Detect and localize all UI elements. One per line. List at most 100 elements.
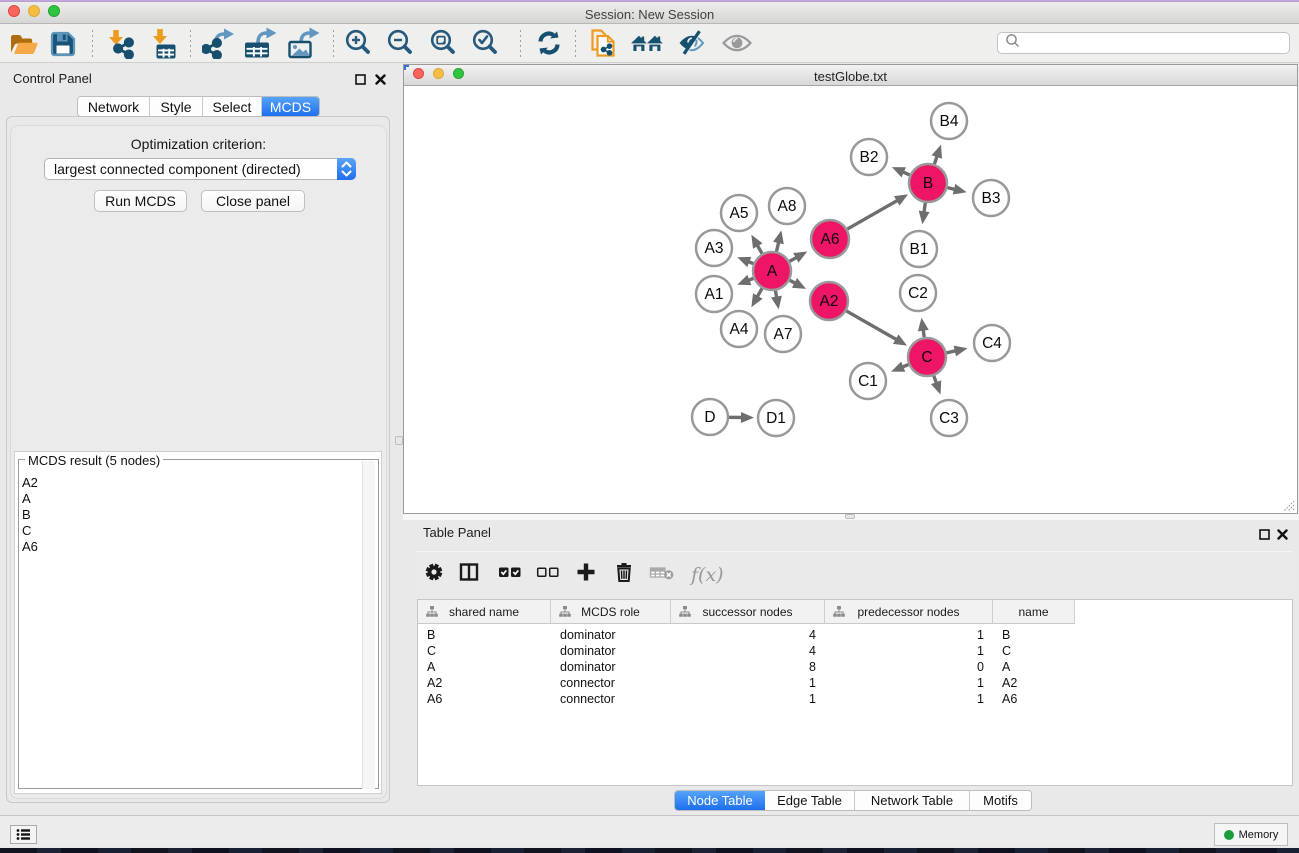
tab-mcds[interactable]: MCDS bbox=[262, 97, 319, 116]
mcds-result-list[interactable]: A2ABCA6 bbox=[22, 475, 38, 555]
graph-node-A2[interactable]: A2 bbox=[810, 282, 848, 320]
svg-text:A7: A7 bbox=[774, 326, 793, 343]
svg-text:A: A bbox=[767, 263, 778, 280]
export-table-button[interactable] bbox=[242, 27, 280, 59]
column-visibility-button[interactable] bbox=[457, 560, 481, 589]
delete-column-button[interactable] bbox=[612, 560, 636, 589]
graph-node-B[interactable]: B bbox=[909, 164, 947, 202]
export-image-button[interactable] bbox=[287, 27, 323, 59]
graph-node-A3[interactable]: A3 bbox=[696, 230, 732, 266]
export-network-button[interactable] bbox=[202, 27, 236, 59]
result-scrollbar[interactable] bbox=[362, 461, 375, 789]
graph-node-A8[interactable]: A8 bbox=[769, 188, 805, 224]
result-item[interactable]: C bbox=[22, 523, 38, 539]
column-header-successor-nodes[interactable]: successor nodes bbox=[671, 600, 825, 624]
window-title: Session: New Session bbox=[0, 7, 1299, 22]
task-history-button[interactable] bbox=[10, 825, 37, 844]
table-row[interactable]: Adominator80A bbox=[418, 659, 1292, 675]
svg-text:B3: B3 bbox=[982, 190, 1001, 207]
table-row[interactable]: A2connector11A2 bbox=[418, 675, 1292, 691]
result-item[interactable]: B bbox=[22, 507, 38, 523]
close-panel-icon[interactable] bbox=[375, 72, 386, 90]
import-table-button[interactable] bbox=[148, 27, 180, 59]
svg-text:C1: C1 bbox=[858, 373, 878, 390]
tab-style[interactable]: Style bbox=[150, 97, 203, 116]
graph-node-A7[interactable]: A7 bbox=[765, 316, 801, 352]
graph-node-C2[interactable]: C2 bbox=[900, 275, 936, 311]
graph-node-B2[interactable]: B2 bbox=[851, 139, 887, 175]
tab-motifs[interactable]: Motifs bbox=[970, 791, 1031, 810]
graph-node-C4[interactable]: C4 bbox=[974, 325, 1010, 361]
svg-text:B1: B1 bbox=[910, 241, 929, 258]
delete-table-button[interactable] bbox=[649, 560, 675, 589]
vertical-split-handle[interactable] bbox=[395, 436, 403, 445]
column-header-name[interactable]: name bbox=[993, 600, 1075, 624]
graph-node-B3[interactable]: B3 bbox=[973, 180, 1009, 216]
network-window-titlebar[interactable]: testGlobe.txt bbox=[404, 65, 1297, 86]
zoom-selected-button[interactable] bbox=[469, 27, 501, 59]
run-mcds-button[interactable]: Run MCDS bbox=[94, 190, 187, 212]
graph-node-A4[interactable]: A4 bbox=[721, 311, 757, 347]
import-network-button[interactable] bbox=[104, 27, 136, 59]
graph-node-D1[interactable]: D1 bbox=[758, 400, 794, 436]
result-item[interactable]: A bbox=[22, 491, 38, 507]
show-all-button[interactable] bbox=[631, 35, 663, 51]
result-item[interactable]: A2 bbox=[22, 475, 38, 491]
optimization-criterion-select[interactable]: largest connected component (directed) bbox=[44, 158, 356, 180]
table-row[interactable]: A6connector11A6 bbox=[418, 691, 1292, 707]
status-bar: Memory bbox=[0, 815, 1299, 847]
tab-edge-table[interactable]: Edge Table bbox=[765, 791, 855, 810]
refresh-view-button[interactable] bbox=[533, 27, 565, 59]
tab-select[interactable]: Select bbox=[203, 97, 262, 116]
toolbar-separator bbox=[190, 30, 191, 58]
deselect-all-button[interactable] bbox=[535, 560, 561, 589]
show-hidden-button[interactable] bbox=[721, 27, 753, 59]
cell: A2 bbox=[418, 675, 551, 691]
graph-node-B1[interactable]: B1 bbox=[901, 231, 937, 267]
horizontal-split-handle[interactable] bbox=[845, 514, 855, 519]
close-panel-button[interactable]: Close panel bbox=[201, 190, 305, 212]
add-column-button[interactable] bbox=[574, 560, 598, 589]
cell: 4 bbox=[671, 643, 825, 659]
select-all-button[interactable] bbox=[497, 560, 523, 589]
cell: 1 bbox=[671, 675, 825, 691]
zoom-out-button[interactable] bbox=[384, 27, 416, 59]
table-row[interactable]: Bdominator41B bbox=[418, 627, 1292, 643]
network-canvas[interactable]: B4 B2 B B3 A8 A5 A6 A3 B1 A A1 C2 A2 A4 A7 C4 C C1 C3 D D1 bbox=[404, 87, 1297, 513]
search-input[interactable] bbox=[1021, 34, 1289, 52]
table-row[interactable]: Cdominator41C bbox=[418, 643, 1292, 659]
memory-button[interactable]: Memory bbox=[1214, 823, 1288, 846]
graph-node-A1[interactable]: A1 bbox=[696, 276, 732, 312]
column-header-MCDS-role[interactable]: MCDS role bbox=[551, 600, 671, 624]
table-close-panel-icon[interactable] bbox=[1277, 527, 1288, 545]
zoom-in-button[interactable] bbox=[342, 27, 374, 59]
tab-network-table[interactable]: Network Table bbox=[855, 791, 970, 810]
resize-grip-icon[interactable] bbox=[1283, 499, 1295, 511]
function-builder-button[interactable]: f(x) bbox=[689, 560, 733, 593]
graph-node-B4[interactable]: B4 bbox=[931, 103, 967, 139]
column-header-shared-name[interactable]: shared name bbox=[418, 600, 551, 624]
network-window: testGlobe.txt B4 B2 B B3 A8 A5 A6 A3 B1 A A1 C2 A2 A4… bbox=[403, 64, 1298, 514]
graph-node-A[interactable]: A bbox=[753, 252, 791, 290]
search-box[interactable] bbox=[997, 32, 1290, 54]
float-panel-icon[interactable] bbox=[355, 72, 366, 90]
graph-node-C1[interactable]: C1 bbox=[850, 363, 886, 399]
save-session-button[interactable] bbox=[47, 27, 79, 59]
cell: dominator bbox=[551, 627, 671, 643]
graph-node-C[interactable]: C bbox=[908, 338, 946, 376]
zoom-fit-button[interactable] bbox=[427, 27, 459, 59]
cell: 1 bbox=[825, 643, 993, 659]
table-options-button[interactable] bbox=[422, 560, 446, 589]
clone-network-button[interactable] bbox=[588, 27, 620, 59]
graph-node-C3[interactable]: C3 bbox=[931, 400, 967, 436]
graph-node-A6[interactable]: A6 bbox=[811, 220, 849, 258]
tab-network[interactable]: Network bbox=[78, 97, 150, 116]
graph-node-A5[interactable]: A5 bbox=[721, 195, 757, 231]
result-item[interactable]: A6 bbox=[22, 539, 38, 555]
column-header-predecessor-nodes[interactable]: predecessor nodes bbox=[825, 600, 993, 624]
open-session-button[interactable] bbox=[6, 27, 38, 59]
graph-node-D[interactable]: D bbox=[692, 399, 728, 435]
table-float-panel-icon[interactable] bbox=[1259, 527, 1270, 545]
hide-selected-button[interactable] bbox=[676, 27, 708, 59]
tab-node-table[interactable]: Node Table bbox=[675, 791, 765, 810]
